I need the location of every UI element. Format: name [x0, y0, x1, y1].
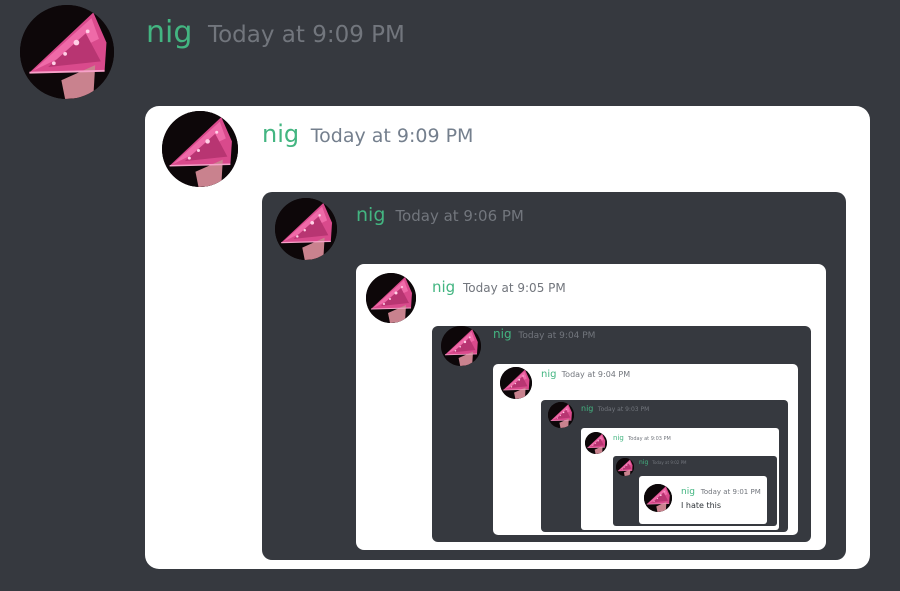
- message-text: I hate this: [681, 501, 722, 510]
- timestamp: Today at 9:09 PM: [207, 22, 405, 48]
- timestamp: Today at 9:02 PM: [652, 460, 687, 465]
- username: nig: [639, 459, 649, 466]
- avatar: [585, 432, 607, 454]
- timestamp: Today at 9:09 PM: [310, 125, 474, 147]
- username: nig: [262, 120, 300, 148]
- screenshot-embed: nig Today at 9:04 PM nig Today at 9:04 P…: [432, 326, 811, 542]
- avatar: [500, 367, 532, 399]
- username: nig: [493, 327, 512, 341]
- username: nig: [581, 404, 594, 413]
- timestamp: Today at 9:03 PM: [628, 436, 671, 442]
- avatar: [616, 458, 634, 476]
- timestamp: Today at 9:01 PM: [700, 488, 761, 496]
- timestamp: Today at 9:04 PM: [518, 331, 596, 341]
- screenshot-embed: nig Today at 9:03 PM nig Today at 9:02 P…: [581, 428, 779, 530]
- username: nig: [432, 278, 456, 296]
- screenshot-embed: nig Today at 9:05 PM nig Today at 9:04 P…: [356, 264, 826, 550]
- timestamp: Today at 9:06 PM: [395, 207, 524, 225]
- avatar: [548, 402, 574, 428]
- avatar: [162, 111, 238, 187]
- avatar-image: [20, 5, 114, 99]
- avatar: [366, 273, 416, 323]
- username: nig: [613, 434, 624, 442]
- timestamp: Today at 9:03 PM: [597, 406, 650, 413]
- username: nig: [541, 369, 557, 380]
- screenshot-embed[interactable]: nig Today at 9:09 PM nig Today at 9:06 P…: [145, 106, 870, 569]
- timestamp: Today at 9:05 PM: [462, 281, 566, 295]
- screenshot-embed: nig Today at 9:04 PM nig Today at 9:03 P…: [493, 364, 798, 535]
- username: nig: [681, 487, 695, 497]
- avatar[interactable]: [20, 5, 114, 99]
- screenshot-embed: nig Today at 9:06 PM nig Today at 9:05 P…: [262, 192, 846, 560]
- username: nig: [356, 204, 386, 226]
- screenshot-embed: nig Today at 9:02 PM nig Today at 9:01 P…: [613, 456, 777, 526]
- avatar: [441, 326, 481, 366]
- screenshot-embed: nig Today at 9:01 PM I hate this: [639, 476, 767, 524]
- username[interactable]: nig: [146, 15, 192, 50]
- avatar: [644, 484, 672, 512]
- avatar: [275, 198, 337, 260]
- screenshot-embed: nig Today at 9:03 PM nig Today at 9:03 P…: [541, 400, 788, 532]
- timestamp: Today at 9:04 PM: [561, 370, 631, 379]
